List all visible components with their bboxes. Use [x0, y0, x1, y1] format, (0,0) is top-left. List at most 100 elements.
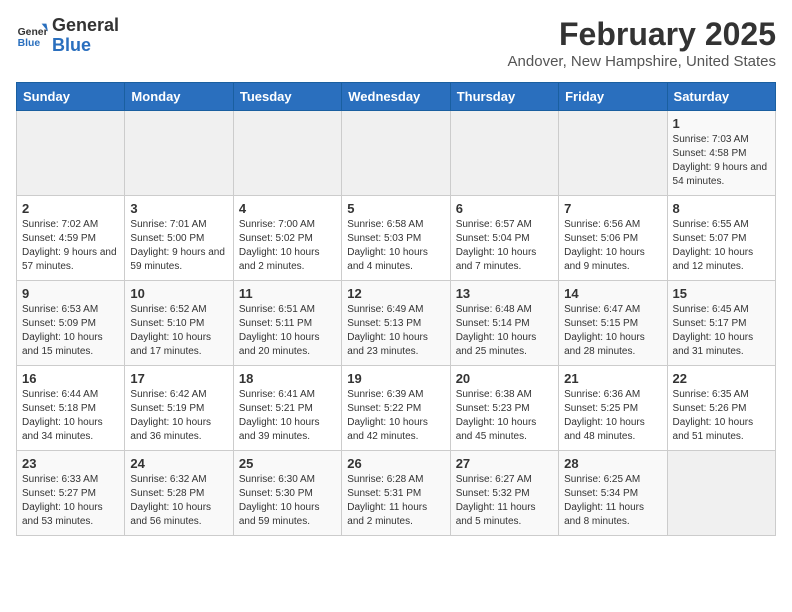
day-number: 15	[673, 286, 770, 301]
day-info: Sunrise: 6:55 AM Sunset: 5:07 PM Dayligh…	[673, 218, 770, 274]
calendar-cell: 16 Sunrise: 6:44 AM Sunset: 5:18 PM Dayli…	[17, 366, 125, 451]
day-info: Sunrise: 6:25 AM Sunset: 5:34 PM Dayligh…	[564, 473, 661, 529]
day-number: 11	[239, 286, 336, 301]
day-number: 19	[347, 371, 444, 386]
calendar-cell	[450, 111, 558, 196]
day-number: 24	[130, 456, 227, 471]
calendar-cell: 5 Sunrise: 6:58 AM Sunset: 5:03 PM Daylig…	[342, 196, 450, 281]
calendar-cell: 3 Sunrise: 7:01 AM Sunset: 5:00 PM Daylig…	[125, 196, 233, 281]
header-area: General Blue General Blue February 2025 …	[16, 16, 776, 70]
day-number: 4	[239, 201, 336, 216]
day-number: 5	[347, 201, 444, 216]
day-number: 25	[239, 456, 336, 471]
day-info: Sunrise: 6:58 AM Sunset: 5:03 PM Dayligh…	[347, 218, 444, 274]
day-number: 1	[673, 116, 770, 131]
calendar-cell: 27Sunrise: 6:27 AM Sunset: 5:32 PM Dayli…	[450, 451, 558, 536]
calendar-cell	[667, 451, 775, 536]
title-area: February 2025 Andover, New Hampshire, Un…	[508, 16, 776, 70]
calendar-cell: 8 Sunrise: 6:55 AM Sunset: 5:07 PM Daylig…	[667, 196, 775, 281]
weekday-header-monday: Monday	[125, 83, 233, 111]
calendar-week-1: 1 Sunrise: 7:03 AM Sunset: 4:58 PM Daylig…	[17, 111, 776, 196]
day-number: 6	[456, 201, 553, 216]
calendar-week-4: 16 Sunrise: 6:44 AM Sunset: 5:18 PM Dayli…	[17, 366, 776, 451]
weekday-header-saturday: Saturday	[667, 83, 775, 111]
calendar-week-2: 2Sunrise: 7:02 AM Sunset: 4:59 PM Daylig…	[17, 196, 776, 281]
day-info: Sunrise: 6:42 AM Sunset: 5:19 PM Dayligh…	[130, 388, 227, 444]
weekday-header-row: SundayMondayTuesdayWednesdayThursdayFrid…	[17, 83, 776, 111]
calendar-cell: 13 Sunrise: 6:48 AM Sunset: 5:14 PM Dayli…	[450, 281, 558, 366]
day-info: Sunrise: 6:30 AM Sunset: 5:30 PM Dayligh…	[239, 473, 336, 529]
calendar-cell: 23Sunrise: 6:33 AM Sunset: 5:27 PM Dayli…	[17, 451, 125, 536]
calendar-cell: 28 Sunrise: 6:25 AM Sunset: 5:34 PM Dayli…	[559, 451, 667, 536]
day-info: Sunrise: 7:00 AM Sunset: 5:02 PM Dayligh…	[239, 218, 336, 274]
day-info: Sunrise: 6:41 AM Sunset: 5:21 PM Dayligh…	[239, 388, 336, 444]
calendar-cell: 25 Sunrise: 6:30 AM Sunset: 5:30 PM Dayli…	[233, 451, 341, 536]
day-number: 23	[22, 456, 119, 471]
day-number: 14	[564, 286, 661, 301]
calendar-cell	[17, 111, 125, 196]
day-number: 13	[456, 286, 553, 301]
calendar-cell: 4 Sunrise: 7:00 AM Sunset: 5:02 PM Daylig…	[233, 196, 341, 281]
day-number: 12	[347, 286, 444, 301]
calendar-cell: 22 Sunrise: 6:35 AM Sunset: 5:26 PM Dayli…	[667, 366, 775, 451]
logo: General Blue General Blue	[16, 16, 119, 56]
calendar-cell: 24Sunrise: 6:32 AM Sunset: 5:28 PM Dayli…	[125, 451, 233, 536]
day-number: 8	[673, 201, 770, 216]
calendar-cell: 19 Sunrise: 6:39 AM Sunset: 5:22 PM Dayli…	[342, 366, 450, 451]
day-info: Sunrise: 6:49 AM Sunset: 5:13 PM Dayligh…	[347, 303, 444, 359]
weekday-header-sunday: Sunday	[17, 83, 125, 111]
day-info: Sunrise: 6:47 AM Sunset: 5:15 PM Dayligh…	[564, 303, 661, 359]
calendar-table: SundayMondayTuesdayWednesdayThursdayFrid…	[16, 82, 776, 536]
logo-icon: General Blue	[16, 22, 48, 50]
calendar-cell	[342, 111, 450, 196]
calendar-week-3: 9Sunrise: 6:53 AM Sunset: 5:09 PM Daylig…	[17, 281, 776, 366]
calendar-cell: 7 Sunrise: 6:56 AM Sunset: 5:06 PM Daylig…	[559, 196, 667, 281]
calendar-cell: 9Sunrise: 6:53 AM Sunset: 5:09 PM Daylig…	[17, 281, 125, 366]
calendar-cell: 15 Sunrise: 6:45 AM Sunset: 5:17 PM Dayli…	[667, 281, 775, 366]
calendar-cell	[559, 111, 667, 196]
day-number: 10	[130, 286, 227, 301]
calendar-cell: 21 Sunrise: 6:36 AM Sunset: 5:25 PM Dayli…	[559, 366, 667, 451]
logo-text: General Blue	[52, 16, 119, 56]
day-info: Sunrise: 6:57 AM Sunset: 5:04 PM Dayligh…	[456, 218, 553, 274]
calendar-title: February 2025	[508, 16, 776, 53]
day-number: 16	[22, 371, 119, 386]
day-info: Sunrise: 6:44 AM Sunset: 5:18 PM Dayligh…	[22, 388, 119, 444]
day-info: Sunrise: 6:48 AM Sunset: 5:14 PM Dayligh…	[456, 303, 553, 359]
day-info: Sunrise: 6:27 AM Sunset: 5:32 PM Dayligh…	[456, 473, 553, 529]
calendar-week-5: 23Sunrise: 6:33 AM Sunset: 5:27 PM Dayli…	[17, 451, 776, 536]
calendar-cell: 17 Sunrise: 6:42 AM Sunset: 5:19 PM Dayli…	[125, 366, 233, 451]
day-number: 7	[564, 201, 661, 216]
svg-text:Blue: Blue	[18, 38, 41, 49]
calendar-cell: 6 Sunrise: 6:57 AM Sunset: 5:04 PM Daylig…	[450, 196, 558, 281]
day-number: 26	[347, 456, 444, 471]
day-info: Sunrise: 6:35 AM Sunset: 5:26 PM Dayligh…	[673, 388, 770, 444]
day-info: Sunrise: 6:45 AM Sunset: 5:17 PM Dayligh…	[673, 303, 770, 359]
day-number: 22	[673, 371, 770, 386]
day-number: 3	[130, 201, 227, 216]
weekday-header-thursday: Thursday	[450, 83, 558, 111]
day-number: 28	[564, 456, 661, 471]
calendar-cell: 20 Sunrise: 6:38 AM Sunset: 5:23 PM Dayli…	[450, 366, 558, 451]
day-info: Sunrise: 7:02 AM Sunset: 4:59 PM Dayligh…	[22, 218, 119, 274]
day-info: Sunrise: 6:38 AM Sunset: 5:23 PM Dayligh…	[456, 388, 553, 444]
day-number: 9	[22, 286, 119, 301]
weekday-header-wednesday: Wednesday	[342, 83, 450, 111]
day-info: Sunrise: 6:56 AM Sunset: 5:06 PM Dayligh…	[564, 218, 661, 274]
calendar-cell: 26Sunrise: 6:28 AM Sunset: 5:31 PM Dayli…	[342, 451, 450, 536]
day-number: 17	[130, 371, 227, 386]
calendar-cell: 18Sunrise: 6:41 AM Sunset: 5:21 PM Dayli…	[233, 366, 341, 451]
day-number: 21	[564, 371, 661, 386]
day-info: Sunrise: 6:36 AM Sunset: 5:25 PM Dayligh…	[564, 388, 661, 444]
day-info: Sunrise: 6:39 AM Sunset: 5:22 PM Dayligh…	[347, 388, 444, 444]
calendar-subtitle: Andover, New Hampshire, United States	[508, 53, 776, 70]
day-info: Sunrise: 6:52 AM Sunset: 5:10 PM Dayligh…	[130, 303, 227, 359]
calendar-cell: 12 Sunrise: 6:49 AM Sunset: 5:13 PM Dayli…	[342, 281, 450, 366]
calendar-cell	[233, 111, 341, 196]
calendar-cell: 14 Sunrise: 6:47 AM Sunset: 5:15 PM Dayli…	[559, 281, 667, 366]
calendar-cell: 1 Sunrise: 7:03 AM Sunset: 4:58 PM Daylig…	[667, 111, 775, 196]
day-info: Sunrise: 7:01 AM Sunset: 5:00 PM Dayligh…	[130, 218, 227, 274]
day-number: 20	[456, 371, 553, 386]
svg-text:General: General	[18, 27, 48, 38]
day-info: Sunrise: 7:03 AM Sunset: 4:58 PM Dayligh…	[673, 133, 770, 189]
